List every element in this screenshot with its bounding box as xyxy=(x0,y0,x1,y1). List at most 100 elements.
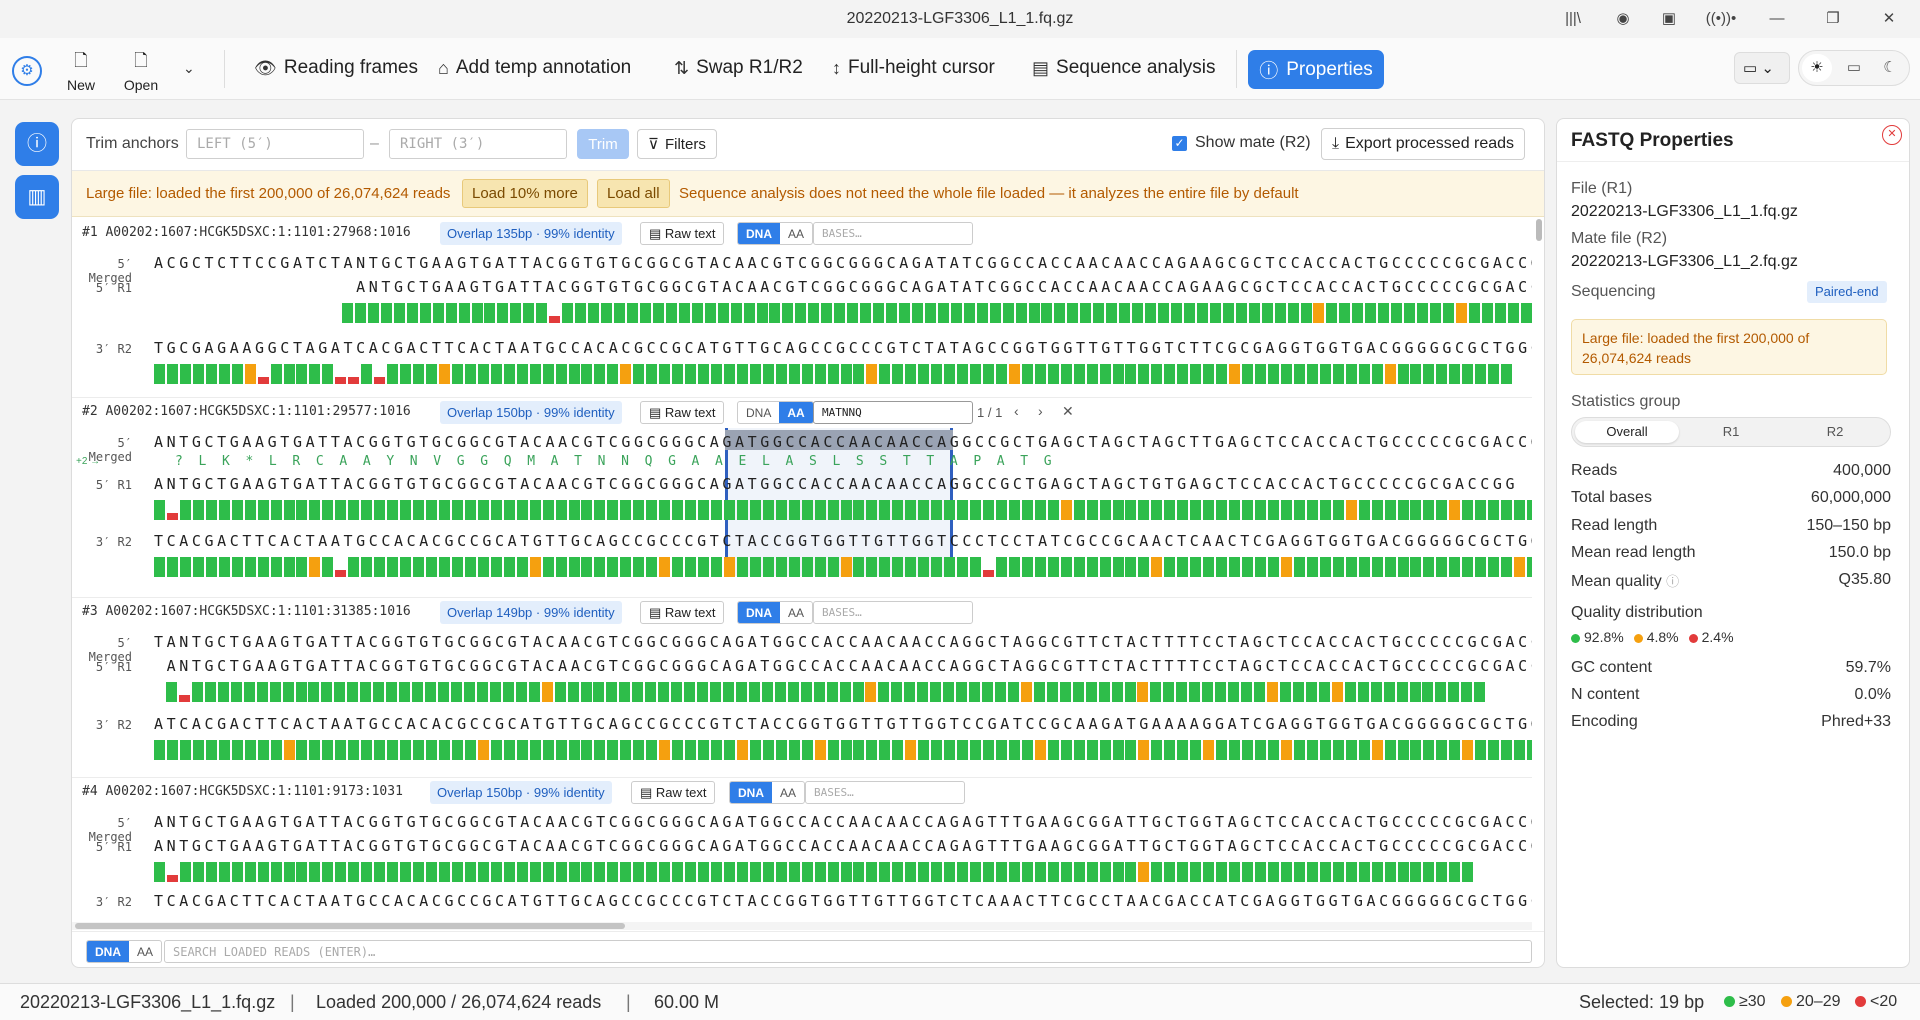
left-anchor-input[interactable]: LEFT (5′) xyxy=(186,129,364,159)
r1-sequence[interactable]: ANTGCTGAAGTGATTACGGTGTGCGGCGTACAACGTCGGC… xyxy=(154,657,1532,675)
quality-block xyxy=(1177,862,1189,882)
library-icon[interactable]: |||\ xyxy=(1562,8,1584,30)
previous-match-icon[interactable]: ‹ xyxy=(1014,403,1019,419)
r2-sequence[interactable]: TCACGACTTCACTAATGCCACACGCCGCATGTTGCAGCCG… xyxy=(154,532,1532,550)
aa-search-input[interactable]: MATNNQ xyxy=(813,401,973,424)
info-panel-button[interactable]: ⓘ xyxy=(15,122,59,166)
tab-overall[interactable]: Overall xyxy=(1575,421,1679,443)
export-button[interactable]: ⤓ Export processed reads xyxy=(1321,128,1526,160)
r1-sequence[interactable]: ANTGCTGAAGTGATTACGGTGTGCGGCGTACAACGTCGGC… xyxy=(154,278,1532,296)
reading-frames-button[interactable]: 👁 Reading frames xyxy=(248,50,424,86)
aa-toggle[interactable]: AA xyxy=(780,223,812,244)
raw-text-button[interactable]: ▤ Raw text xyxy=(640,401,725,424)
merged-sequence[interactable]: ACGCTCTTCCGATCTANTGCTGAAGTGATTACGGTGTGCG… xyxy=(154,254,1532,272)
monitor-icon[interactable]: ▭ xyxy=(1839,54,1869,82)
quality-block xyxy=(1319,862,1331,882)
quality-block xyxy=(995,557,1007,577)
clear-search-icon[interactable]: ✕ xyxy=(1062,403,1074,420)
next-match-icon[interactable]: › xyxy=(1038,403,1043,419)
full-height-cursor-button[interactable]: ↕ Full-height cursor xyxy=(826,50,1001,86)
properties-button[interactable]: ⓘ Properties xyxy=(1248,50,1384,89)
filters-button[interactable]: ⊽ Filters xyxy=(637,129,717,159)
checkbox-checked-icon[interactable]: ✓ xyxy=(1172,135,1187,151)
bases-search-input[interactable]: BASES… xyxy=(813,222,973,245)
quality-block xyxy=(361,740,373,760)
r1-sequence[interactable]: ANTGCTGAAGTGATTACGGTGTGCGGCGTACAACGTCGGC… xyxy=(154,475,1532,493)
quality-block xyxy=(1371,862,1383,882)
horizontal-scrollbar[interactable] xyxy=(72,922,1532,930)
quality-block xyxy=(827,557,839,577)
open-button[interactable]: 🗋 Open xyxy=(118,46,164,93)
chat-icon[interactable]: ◉ xyxy=(1612,8,1634,30)
broadcast-icon[interactable]: ((•))• xyxy=(1704,8,1738,30)
dna-toggle[interactable]: DNA xyxy=(87,941,129,962)
r1-sequence[interactable]: ANTGCTGAAGTGATTACGGTGTGCGGCGTACAACGTCGGC… xyxy=(154,837,1532,855)
close-panel-icon[interactable]: ✕ xyxy=(1882,125,1902,145)
quality-block xyxy=(1494,303,1506,323)
folder-dropdown[interactable]: ▭ ⌄ xyxy=(1734,52,1790,84)
quality-block xyxy=(1020,682,1032,702)
aa-toggle[interactable]: AA xyxy=(779,402,813,423)
r2-sequence[interactable]: ATCACGACTTCACTAATGCCACACGCCGCATGTTGCAGCC… xyxy=(154,715,1532,733)
quality-block xyxy=(568,500,580,520)
quality-block xyxy=(257,740,269,760)
load-more-button[interactable]: Load 10% more xyxy=(462,179,588,208)
briefcase-icon[interactable]: ▣ xyxy=(1658,8,1680,30)
quality-block xyxy=(995,500,1007,520)
r2-sequence[interactable]: TCACGACTTCACTAATGCCACACGCCGCATGTTGCAGCCG… xyxy=(154,892,1532,910)
aa-toggle[interactable]: AA xyxy=(129,941,161,962)
tab-r2[interactable]: R2 xyxy=(1783,421,1887,443)
more-chevron-icon[interactable]: ⌄ xyxy=(183,60,195,77)
minimize-icon[interactable]: — xyxy=(1766,8,1788,30)
quality-block xyxy=(575,303,587,323)
stat-row: Mean quality ⓘ Q35.80 xyxy=(1571,571,1891,591)
aa-toggle[interactable]: AA xyxy=(780,602,812,623)
raw-text-button[interactable]: ▤ Raw text xyxy=(631,781,716,804)
quality-block xyxy=(944,740,956,760)
quality-block xyxy=(464,364,476,384)
quality-block xyxy=(633,740,645,760)
help-icon[interactable]: ⓘ xyxy=(1666,574,1679,589)
swap-button[interactable]: ⇅ Swap R1/R2 xyxy=(668,50,809,86)
new-button[interactable]: 🗋 New xyxy=(58,46,104,93)
quality-block xyxy=(645,682,657,702)
search-reads-input[interactable]: SEARCH LOADED READS (ENTER)… xyxy=(164,940,1532,963)
quality-block xyxy=(1151,862,1163,882)
dna-toggle[interactable]: DNA xyxy=(738,223,780,244)
right-anchor-input[interactable]: RIGHT (3′) xyxy=(389,129,567,159)
moon-icon[interactable]: ☾ xyxy=(1875,54,1905,82)
aa-toggle[interactable]: AA xyxy=(772,782,804,803)
quality-block xyxy=(1106,303,1118,323)
merged-sequence[interactable]: TANTGCTGAAGTGATTACGGTGTGCGGCGTACAACGTCGG… xyxy=(154,633,1532,651)
scroll-thumb[interactable] xyxy=(75,923,625,929)
show-mate-toggle[interactable]: ✓ Show mate (R2) xyxy=(1172,134,1311,152)
raw-text-button[interactable]: ▤ Raw text xyxy=(640,601,725,624)
raw-text-button[interactable]: ▤ Raw text xyxy=(640,222,725,245)
dna-toggle[interactable]: DNA xyxy=(738,402,779,423)
quality-block xyxy=(309,557,321,577)
sun-icon[interactable]: ☀ xyxy=(1802,54,1832,82)
stat-label: Read length xyxy=(1571,517,1658,534)
bases-search-input[interactable]: BASES… xyxy=(813,601,973,624)
add-temp-annotation-button[interactable]: ⌂ Add temp annotation xyxy=(432,50,637,86)
scroll-thumb[interactable] xyxy=(1536,219,1542,241)
merged-sequence[interactable]: ANTGCTGAAGTGATTACGGTGTGCGGCGTACAACGTCGGC… xyxy=(154,433,1532,451)
quality-block xyxy=(685,557,697,577)
maximize-icon[interactable]: ❐ xyxy=(1822,8,1844,30)
quality-block xyxy=(528,682,540,702)
vertical-scrollbar[interactable] xyxy=(1534,217,1544,917)
tab-r1[interactable]: R1 xyxy=(1679,421,1783,443)
dna-toggle[interactable]: DNA xyxy=(738,602,780,623)
bases-search-input[interactable]: BASES… xyxy=(805,781,965,804)
stat-label: Reads xyxy=(1571,462,1618,479)
quality-block xyxy=(1462,557,1474,577)
r2-sequence[interactable]: TGCGAGAAGGCTAGATCACGACTTCACTAATGCCACACGC… xyxy=(154,339,1532,357)
dna-toggle[interactable]: DNA xyxy=(730,782,772,803)
trim-button[interactable]: Trim xyxy=(577,129,629,159)
sequence-analysis-button[interactable]: ▤ Sequence analysis xyxy=(1026,50,1222,86)
load-all-button[interactable]: Load all xyxy=(597,179,670,208)
quality-block xyxy=(995,682,1006,702)
close-window-icon[interactable]: ✕ xyxy=(1878,8,1900,30)
merged-sequence[interactable]: ANTGCTGAAGTGATTACGGTGTGCGGCGTACAACGTCGGC… xyxy=(154,813,1532,831)
stats-panel-button[interactable]: ▥ xyxy=(15,175,59,219)
